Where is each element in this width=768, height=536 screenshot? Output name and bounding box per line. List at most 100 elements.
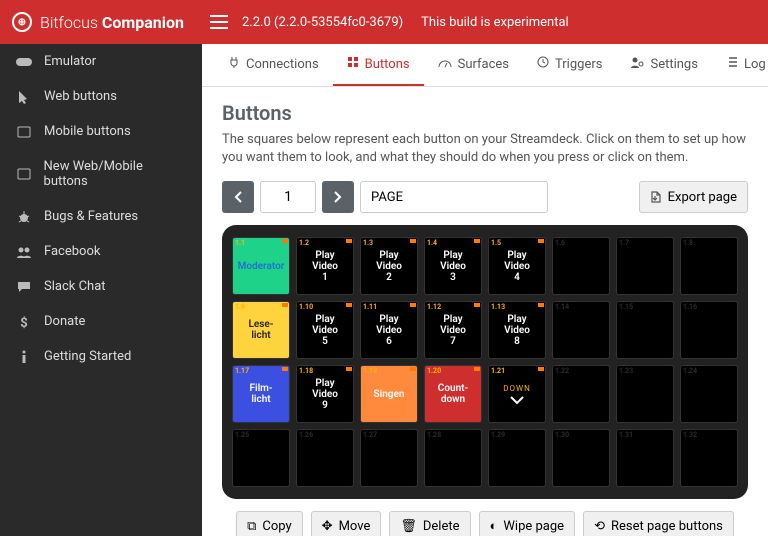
version-text: 2.2.0 (2.2.0-53554fc0-3679) bbox=[242, 15, 403, 30]
main: Connections ButtonsSurfacesTriggers Settin… bbox=[202, 44, 768, 536]
button-id-label: 1.13 bbox=[491, 303, 505, 311]
tab-buttons[interactable]: Buttons bbox=[333, 44, 424, 86]
stream-button-1-5[interactable]: 1.5PlayVideo4 bbox=[488, 237, 546, 295]
stream-button-1-7[interactable]: 1.7 bbox=[616, 237, 674, 295]
stream-button-1-14[interactable]: 1.14 bbox=[552, 301, 610, 359]
sidebar-item-mobile-buttons[interactable]: Mobile buttons bbox=[0, 114, 202, 149]
stream-button-1-17[interactable]: 1.17Film-licht bbox=[232, 365, 290, 423]
button-id-label: 1.15 bbox=[619, 303, 633, 311]
stream-button-1-30[interactable]: 1.30 bbox=[552, 429, 610, 487]
users-icon bbox=[16, 246, 32, 258]
sidebar: Emulator Web buttons Mobile buttonsNew Web… bbox=[0, 44, 202, 536]
stream-button-1-23[interactable]: 1.23 bbox=[616, 365, 674, 423]
button-text: PlayVideo2 bbox=[374, 250, 404, 283]
stream-button-1-6[interactable]: 1.6 bbox=[552, 237, 610, 295]
button-id-label: 1.22 bbox=[555, 367, 569, 375]
sidebar-item-new-web-mobile-buttons[interactable]: New Web/Mobile buttons bbox=[0, 149, 202, 199]
copy-icon: ⧉ bbox=[247, 519, 256, 534]
delete-label: Delete bbox=[423, 519, 460, 534]
tab-connections[interactable]: Connections bbox=[214, 44, 333, 86]
page-next-button[interactable] bbox=[322, 181, 354, 213]
stream-button-1-11[interactable]: 1.11PlayVideo6 bbox=[360, 301, 418, 359]
sidebar-item-label: Web buttons bbox=[44, 89, 117, 104]
button-id-label: 1.8 bbox=[683, 239, 693, 247]
stream-button-1-31[interactable]: 1.31 bbox=[616, 429, 674, 487]
stream-button-1-2[interactable]: 1.2PlayVideo1 bbox=[296, 237, 354, 295]
build-note: This build is experimental bbox=[421, 15, 569, 30]
stream-button-1-26[interactable]: 1.26 bbox=[296, 429, 354, 487]
stream-button-1-28[interactable]: 1.28 bbox=[424, 429, 482, 487]
wipe-page-button[interactable]: ◐Wipe page bbox=[479, 511, 576, 536]
trash-icon: 🗑 bbox=[400, 519, 417, 534]
stream-button-1-27[interactable]: 1.27 bbox=[360, 429, 418, 487]
move-button[interactable]: ✥Move bbox=[311, 511, 382, 536]
stream-button-1-13[interactable]: 1.13PlayVideo8 bbox=[488, 301, 546, 359]
tab-triggers[interactable]: Triggers bbox=[523, 44, 616, 86]
button-id-label: 1.18 bbox=[299, 367, 313, 375]
stream-button-1-3[interactable]: 1.3PlayVideo2 bbox=[360, 237, 418, 295]
stream-button-1-21[interactable]: 1.21DOWN bbox=[488, 365, 546, 423]
button-id-label: 1.28 bbox=[427, 431, 441, 439]
sidebar-item-slack-chat[interactable]: Slack Chat bbox=[0, 269, 202, 304]
stream-button-1-4[interactable]: 1.4PlayVideo3 bbox=[424, 237, 482, 295]
stream-button-1-12[interactable]: 1.12PlayVideo7 bbox=[424, 301, 482, 359]
button-status-indicator bbox=[538, 239, 544, 243]
button-text: Moderator bbox=[236, 261, 287, 272]
sidebar-item-facebook[interactable]: Facebook bbox=[0, 234, 202, 269]
button-id-label: 1.23 bbox=[619, 367, 633, 375]
stream-button-1-29[interactable]: 1.29 bbox=[488, 429, 546, 487]
sidebar-item-label: Bugs & Features bbox=[44, 209, 138, 224]
button-text: Count-down bbox=[436, 383, 470, 405]
stream-button-1-25[interactable]: 1.25 bbox=[232, 429, 290, 487]
stream-button-1-1[interactable]: 1.1Moderator bbox=[232, 237, 290, 295]
button-id-label: 1.21 bbox=[491, 367, 505, 375]
button-id-label: 1.3 bbox=[363, 239, 373, 247]
sidebar-item-label: Donate bbox=[44, 314, 85, 329]
button-id-label: 1.6 bbox=[555, 239, 565, 247]
sidebar-item-donate[interactable]: $ Donate bbox=[0, 304, 202, 339]
topbar: ⊕ Bitfocus Companion 2.2.0 (2.2.0-53554f… bbox=[0, 0, 768, 44]
page-name-input[interactable] bbox=[360, 181, 548, 213]
export-page-button[interactable]: Export page bbox=[639, 181, 748, 213]
tab-settings[interactable]: Settings bbox=[616, 44, 711, 86]
tab-label: Settings bbox=[650, 57, 697, 72]
stream-button-1-19[interactable]: 1.19Singen bbox=[360, 365, 418, 423]
button-grid: 1.1Moderator1.2PlayVideo11.3PlayVideo21.… bbox=[232, 237, 738, 487]
button-id-label: 1.16 bbox=[683, 303, 697, 311]
button-status-indicator bbox=[346, 239, 352, 243]
chevron-left-icon bbox=[234, 191, 242, 203]
button-text: Film-licht bbox=[247, 383, 274, 405]
tab-surfaces[interactable]: Surfaces bbox=[424, 44, 523, 86]
copy-label: Copy bbox=[262, 519, 291, 534]
sidebar-item-getting-started[interactable]: Getting Started bbox=[0, 339, 202, 374]
copy-button[interactable]: ⧉ Copy bbox=[236, 511, 303, 536]
sidebar-item-web-buttons[interactable]: Web buttons bbox=[0, 79, 202, 114]
button-text: PlayVideo4 bbox=[502, 250, 532, 283]
button-status-indicator bbox=[410, 303, 416, 307]
tab-log[interactable]: Log bbox=[712, 44, 768, 86]
dashboard-icon bbox=[438, 57, 452, 72]
stream-button-1-24[interactable]: 1.24 bbox=[680, 365, 738, 423]
delete-button[interactable]: 🗑 Delete bbox=[389, 511, 470, 536]
stream-button-1-8[interactable]: 1.8 bbox=[680, 237, 738, 295]
stream-button-1-22[interactable]: 1.22 bbox=[552, 365, 610, 423]
stream-button-1-10[interactable]: 1.10PlayVideo5 bbox=[296, 301, 354, 359]
svg-text:$: $ bbox=[20, 316, 27, 329]
brand-name-light: Bitfocus bbox=[40, 13, 102, 32]
button-status-indicator bbox=[410, 239, 416, 243]
sidebar-item-bugs-features[interactable]: Bugs & Features bbox=[0, 199, 202, 234]
stream-button-1-18[interactable]: 1.18PlayVideo9 bbox=[296, 365, 354, 423]
menu-icon[interactable] bbox=[210, 15, 228, 29]
sidebar-item-emulator[interactable]: Emulator bbox=[0, 44, 202, 79]
page-prev-button[interactable] bbox=[222, 181, 254, 213]
page-number-input[interactable] bbox=[260, 181, 316, 213]
stream-button-1-20[interactable]: 1.20Count-down bbox=[424, 365, 482, 423]
reset-page-button[interactable]: ⟲Reset page buttons bbox=[583, 511, 734, 536]
button-status-indicator bbox=[346, 367, 352, 371]
tab-label: Connections bbox=[246, 57, 319, 72]
stream-button-1-9[interactable]: 1.9Lese-licht bbox=[232, 301, 290, 359]
button-status-indicator bbox=[282, 367, 288, 371]
stream-button-1-15[interactable]: 1.15 bbox=[616, 301, 674, 359]
stream-button-1-16[interactable]: 1.16 bbox=[680, 301, 738, 359]
stream-button-1-32[interactable]: 1.32 bbox=[680, 429, 738, 487]
